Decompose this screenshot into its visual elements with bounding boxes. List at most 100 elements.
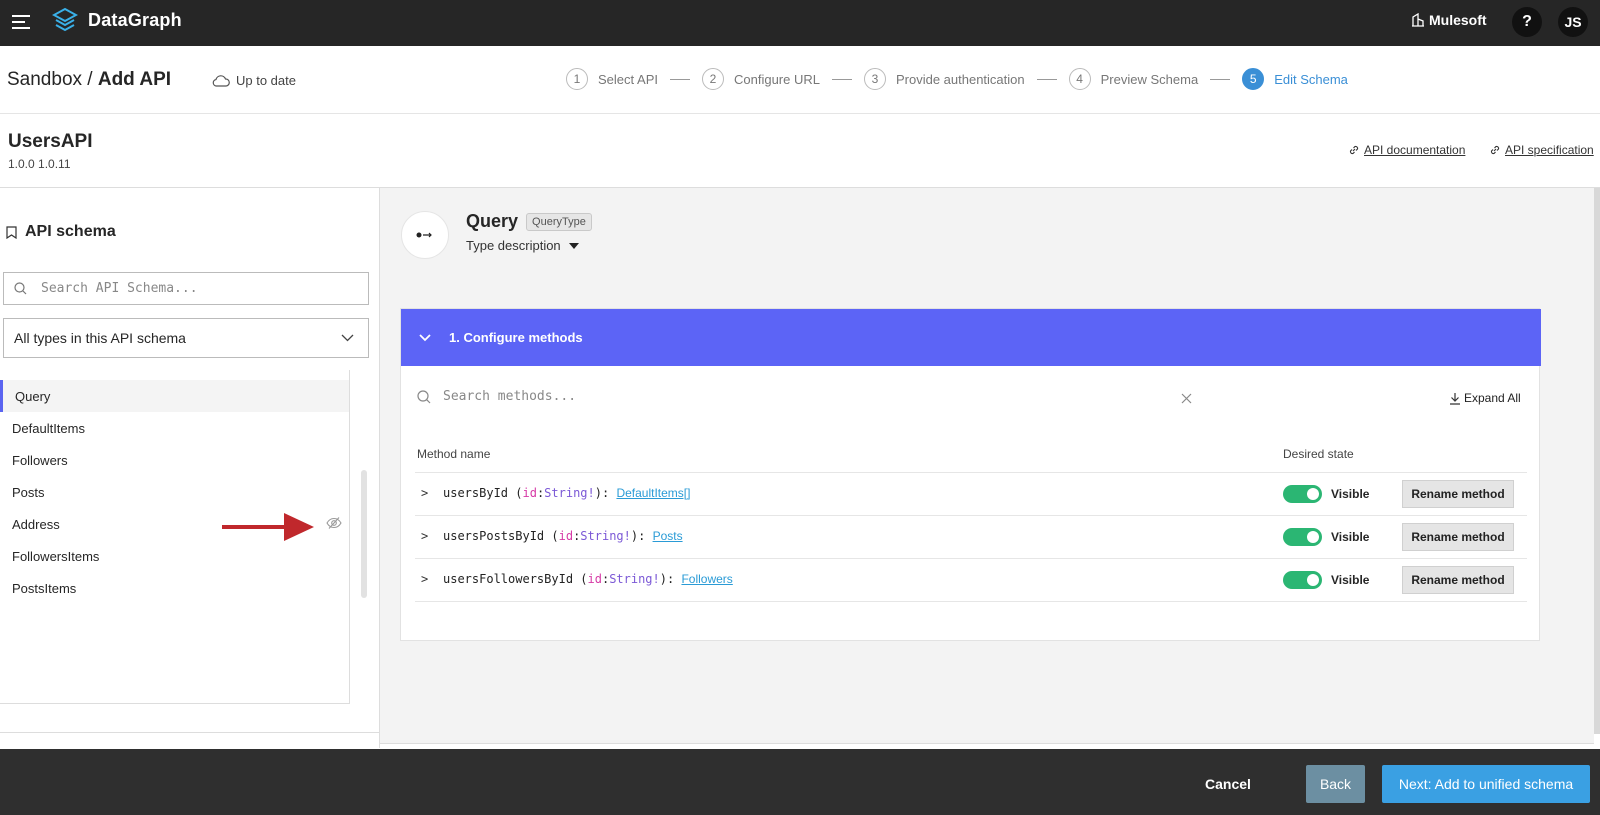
user-avatar[interactable]: JS	[1558, 7, 1588, 37]
expand-row-chevron-icon[interactable]: >	[421, 572, 428, 586]
type-description-label: Type description	[466, 238, 561, 253]
api-documentation-label: API documentation	[1364, 143, 1466, 157]
type-filter-value: All types in this API schema	[14, 330, 186, 346]
query-type-icon	[401, 211, 449, 259]
type-title: Query QueryType	[466, 211, 592, 232]
configure-methods-header[interactable]: 1. Configure methods	[401, 309, 1541, 366]
expand-row-chevron-icon[interactable]: >	[421, 486, 428, 500]
step-provide-authentication[interactable]: 3 Provide authentication	[863, 68, 1025, 90]
method-name: usersPostsById	[443, 529, 545, 543]
method-signature: usersById (id:String!): DefaultItems[]	[443, 486, 691, 500]
schema-title: API schema	[6, 223, 116, 241]
type-filter-select[interactable]: All types in this API schema	[3, 318, 369, 358]
brand[interactable]: DataGraph	[52, 7, 182, 33]
row-divider	[415, 601, 1527, 602]
type-name: Query	[466, 211, 519, 231]
type-item-defaultitems[interactable]: DefaultItems	[0, 412, 349, 444]
rename-method-button[interactable]: Rename method	[1402, 566, 1514, 594]
menu-icon[interactable]	[12, 11, 32, 33]
visibility-toggle[interactable]	[1283, 571, 1322, 589]
chevron-down-icon	[419, 333, 431, 341]
type-item-posts[interactable]: Posts	[0, 476, 349, 508]
method-row: > usersFollowersById (id:String!): Follo…	[415, 558, 1527, 601]
step-select-api[interactable]: 1 Select API	[566, 68, 658, 90]
method-row: > usersById (id:String!): DefaultItems[]…	[415, 472, 1527, 515]
api-specification-label: API specification	[1505, 143, 1594, 157]
method-signature: usersPostsById (id:String!): Posts	[443, 529, 683, 543]
type-item-postsitems[interactable]: PostsItems	[0, 572, 349, 604]
return-type-link[interactable]: DefaultItems[]	[616, 486, 690, 500]
step-preview-schema[interactable]: 4 Preview Schema	[1068, 68, 1199, 90]
step-label: Configure URL	[733, 71, 820, 87]
type-item-label: Followers	[12, 452, 68, 468]
type-detail-panel: Query QueryType Type description 1. Conf…	[380, 188, 1594, 744]
step-number: 2	[701, 68, 724, 90]
step-edit-schema[interactable]: 5 Edit Schema	[1242, 68, 1348, 90]
method-name: usersFollowersById	[443, 572, 574, 586]
visibility-label: Visible	[1331, 487, 1370, 501]
download-icon	[1450, 392, 1460, 405]
step-separator	[669, 78, 690, 80]
org-switcher[interactable]: Mulesoft	[1412, 12, 1487, 28]
org-name: Mulesoft	[1429, 12, 1487, 28]
datagraph-logo-icon	[52, 7, 78, 32]
api-name: UsersAPI	[8, 131, 93, 152]
column-header-desired-state: Desired state	[1283, 447, 1354, 461]
param-type: String!	[609, 572, 660, 586]
top-bar: DataGraph Mulesoft ? JS	[0, 0, 1600, 46]
visibility-toggle[interactable]	[1283, 485, 1322, 503]
footer-bar: Cancel Back Next: Add to unified schema	[0, 749, 1600, 815]
methods-search[interactable]	[417, 389, 1143, 404]
step-separator	[831, 78, 852, 80]
type-item-label: PostsItems	[12, 580, 77, 596]
step-label: Provide authentication	[895, 71, 1025, 87]
expand-row-chevron-icon[interactable]: >	[421, 529, 428, 543]
schema-icon	[6, 225, 17, 239]
type-item-label: FollowersItems	[12, 548, 100, 564]
configure-methods-title: 1. Configure methods	[449, 330, 583, 345]
close-icon[interactable]	[1181, 393, 1192, 404]
red-arrow-annotation	[222, 513, 314, 541]
type-item-label: Address	[12, 516, 60, 532]
back-button[interactable]: Back	[1306, 765, 1365, 803]
help-button[interactable]: ?	[1512, 7, 1542, 37]
rename-method-button[interactable]: Rename method	[1402, 480, 1514, 508]
type-item-label: DefaultItems	[12, 420, 85, 436]
visibility-toggle[interactable]	[1283, 528, 1322, 546]
cancel-button[interactable]: Cancel	[1196, 765, 1260, 803]
type-item-label: Query	[15, 388, 51, 404]
eye-slash-icon[interactable]	[326, 516, 342, 530]
schema-search[interactable]	[3, 272, 369, 305]
breadcrumb-parent[interactable]: Sandbox	[7, 69, 82, 90]
step-label: Edit Schema	[1274, 71, 1348, 87]
step-configure-url[interactable]: 2 Configure URL	[701, 68, 820, 90]
type-list-scrollbar[interactable]	[361, 470, 367, 598]
breadcrumb-current: Add API	[97, 69, 172, 90]
schema-search-input[interactable]	[41, 281, 341, 296]
step-label: Select API	[598, 71, 658, 87]
param-type: String!	[580, 529, 631, 543]
type-description-toggle[interactable]: Type description	[466, 238, 579, 253]
detail-scrollbar[interactable]	[1594, 188, 1600, 734]
rename-method-button[interactable]: Rename method	[1402, 523, 1514, 551]
api-specification-link[interactable]: API specification	[1489, 143, 1594, 157]
api-documentation-link[interactable]: API documentation	[1348, 143, 1465, 157]
building-icon	[1412, 13, 1424, 27]
method-name: usersById	[443, 486, 509, 500]
search-icon	[417, 389, 431, 403]
step-label: Preview Schema	[1100, 71, 1199, 87]
type-item-followers[interactable]: Followers	[0, 444, 349, 476]
step-number: 5	[1242, 68, 1265, 90]
methods-search-input[interactable]	[443, 389, 1143, 404]
expand-all-button[interactable]: Expand All	[1449, 391, 1521, 405]
return-type-link[interactable]: Followers	[681, 572, 732, 586]
schema-sidebar: API schema All types in this API schema …	[0, 188, 380, 748]
next-button[interactable]: Next: Add to unified schema	[1382, 765, 1590, 803]
step-number: 3	[863, 68, 886, 90]
step-number: 4	[1068, 68, 1091, 90]
return-type-link[interactable]: Posts	[653, 529, 683, 543]
cloud-icon	[212, 75, 230, 87]
type-item-query[interactable]: Query	[0, 380, 349, 412]
type-item-label: Posts	[12, 484, 45, 500]
visibility-label: Visible	[1331, 573, 1370, 587]
